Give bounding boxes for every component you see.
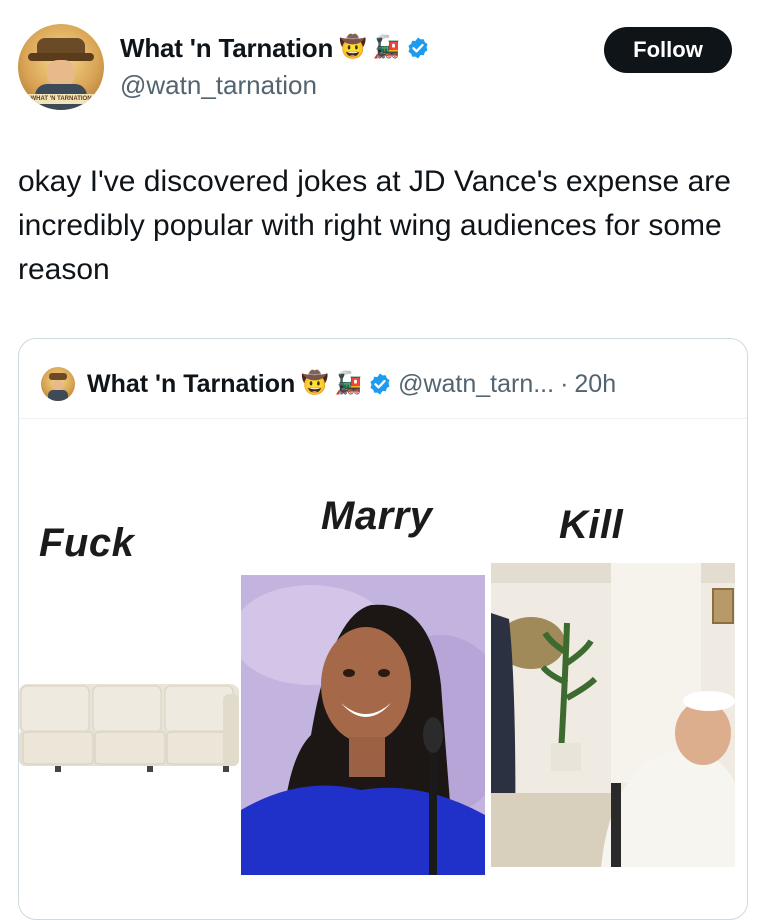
tweet-header: WHAT 'N TARNATION What 'n Tarnation 🤠 🚂 … [0, 0, 764, 120]
follow-button[interactable]: Follow [604, 27, 732, 73]
meme-label-marry: Marry [321, 494, 433, 538]
quoted-tweet-timestamp[interactable]: 20h [574, 370, 616, 399]
quoted-avatar-hat-shape [49, 373, 67, 380]
meme-label-fuck: Fuck [39, 521, 135, 565]
cowboy-emoji-icon: 🤠 [339, 35, 367, 60]
meta-separator: · [560, 369, 569, 398]
pope-meeting-photo[interactable] [491, 563, 735, 867]
quoted-avatar-body-shape [48, 390, 68, 401]
verified-badge-icon[interactable] [406, 36, 430, 60]
author-name-row: What 'n Tarnation 🤠 🚂 [120, 30, 430, 66]
woman-speaker-photo[interactable] [241, 575, 485, 875]
quoted-author-handle[interactable]: @watn_tarn... [398, 370, 554, 399]
locomotive-emoji-icon: 🚂 [334, 371, 363, 396]
cowboy-emoji-icon: 🤠 [301, 371, 329, 396]
author-avatar[interactable]: WHAT 'N TARNATION [18, 24, 104, 110]
couch-image[interactable] [19, 674, 239, 784]
author-display-name[interactable]: What 'n Tarnation [120, 33, 333, 64]
author-handle[interactable]: @watn_tarnation [120, 70, 317, 101]
verified-badge-icon[interactable] [368, 372, 392, 396]
tweet-text: okay I've discovered jokes at JD Vance's… [18, 165, 731, 286]
quoted-header-divider [19, 418, 747, 419]
quoted-author-display-name[interactable]: What 'n Tarnation [87, 370, 295, 399]
quoted-author-avatar[interactable] [41, 367, 75, 401]
quoted-tweet-card[interactable]: What 'n Tarnation 🤠 🚂 @watn_tarn... · 20… [18, 338, 748, 920]
quoted-tweet-header: What 'n Tarnation 🤠 🚂 @watn_tarn... · 20… [41, 367, 616, 401]
avatar-face-shape [47, 60, 75, 86]
avatar-banner-text: WHAT 'N TARNATION [30, 96, 92, 102]
quoted-avatar-face-shape [53, 380, 63, 390]
locomotive-emoji-icon: 🚂 [372, 35, 400, 60]
meme-label-kill: Kill [559, 503, 624, 547]
